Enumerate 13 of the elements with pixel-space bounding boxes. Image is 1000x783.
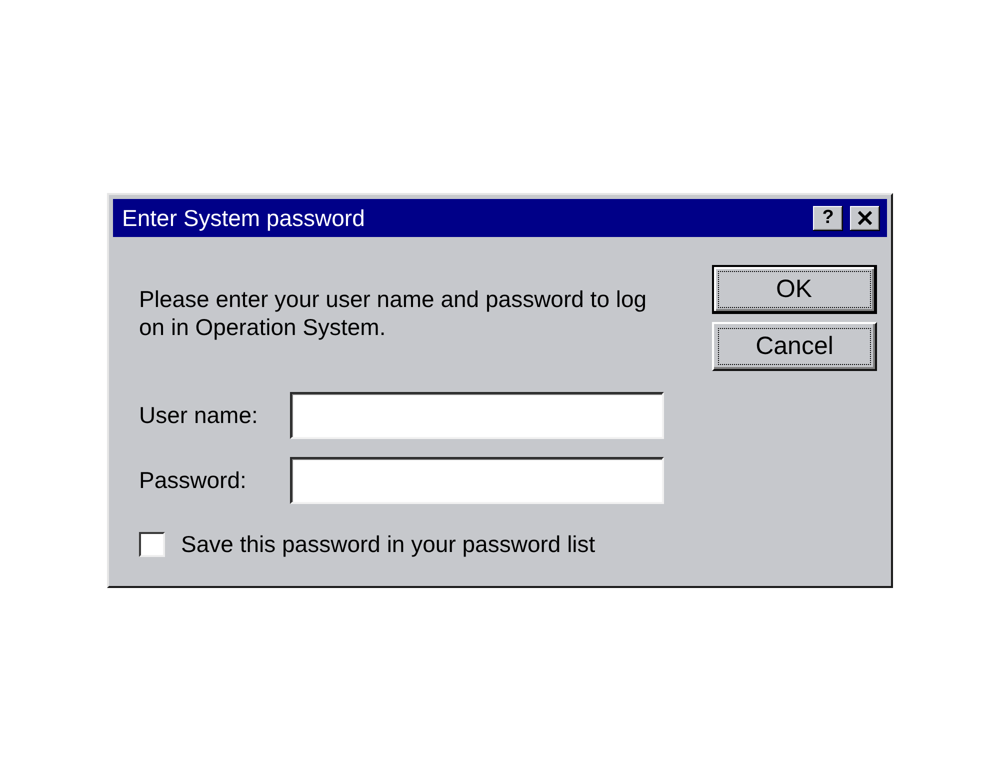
- checkbox-label: Save this password in your password list: [181, 531, 596, 558]
- help-button[interactable]: ?: [813, 206, 843, 230]
- window-title: Enter System password: [122, 204, 366, 232]
- close-icon: [858, 211, 872, 225]
- checkbox[interactable]: [139, 532, 165, 557]
- close-button[interactable]: [850, 206, 880, 230]
- dialog-button[interactable]: OK: [712, 265, 877, 314]
- text-input-field[interactable]: [290, 457, 664, 504]
- text-input-field[interactable]: [290, 392, 664, 439]
- dialog-button[interactable]: Cancel: [712, 322, 877, 371]
- instruction-text: Please enter your user name and password to log on in Operation System.: [139, 285, 648, 341]
- field-label: User name:: [139, 402, 259, 429]
- field-label: Password:: [139, 467, 248, 494]
